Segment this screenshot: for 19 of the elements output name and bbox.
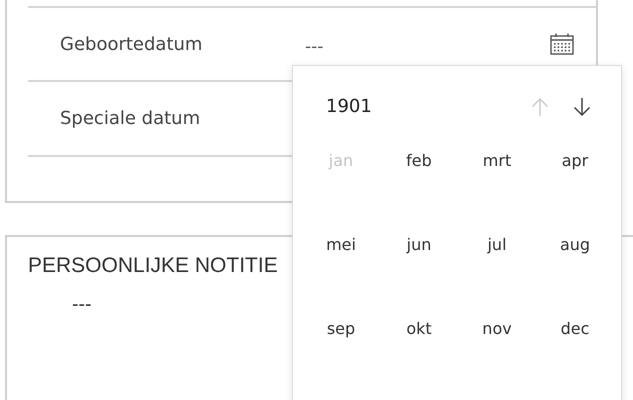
month-option[interactable]: feb [406, 151, 432, 173]
month-option[interactable]: sep [326, 319, 356, 341]
month-option[interactable]: nov [482, 319, 512, 341]
year-label[interactable]: 1901 [326, 96, 372, 117]
field-label: Speciale datum [60, 108, 202, 129]
notes-value: --- [72, 294, 92, 315]
calendar-icon[interactable] [550, 33, 574, 55]
month-option[interactable]: jun [406, 235, 432, 257]
field-label: Geboortedatum [60, 34, 204, 54]
month-option[interactable]: okt [406, 319, 432, 341]
month-option[interactable]: dec [560, 319, 590, 341]
month-option[interactable]: jul [487, 235, 507, 257]
month-option[interactable]: aug [560, 235, 590, 257]
down-arrow-icon[interactable] [573, 96, 591, 116]
month-option[interactable]: mei [326, 235, 356, 257]
month-option[interactable]: apr [562, 151, 588, 173]
section-title: PERSOONLIJKE NOTITIE [28, 254, 279, 278]
month-option[interactable]: mrt [482, 151, 512, 173]
field-value[interactable]: --- [305, 37, 324, 57]
